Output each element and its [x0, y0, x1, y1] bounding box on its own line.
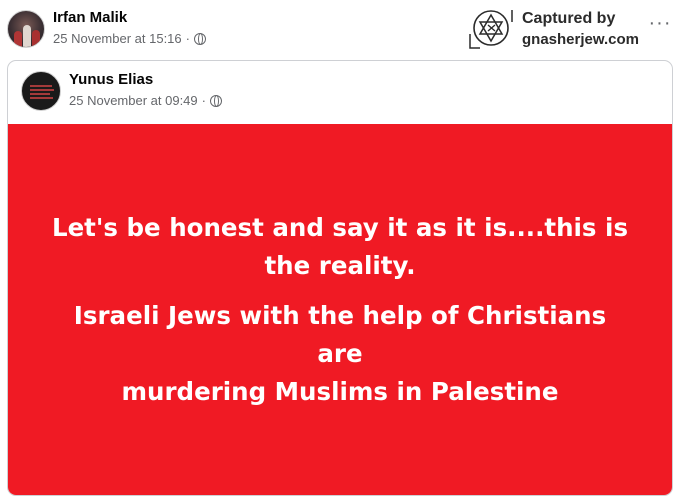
star-of-david-logo-icon	[469, 10, 513, 49]
watermark-line1: Captured by	[522, 10, 616, 27]
shared-post-meta: 25 November at 09:49 ·	[69, 93, 222, 108]
meta-separator: ·	[201, 93, 206, 108]
globe-icon	[209, 94, 222, 107]
post-text-line: Let's be honest and say it as it is....t…	[51, 213, 629, 242]
shared-post-header: Yunus Elias 25 November at 09:49 ·	[8, 61, 672, 123]
shared-post-timestamp[interactable]: 25 November at 09:49	[69, 93, 198, 108]
outer-post-meta: 25 November at 15:16 ·	[53, 31, 206, 46]
post-text-line: the reality.	[264, 251, 416, 280]
post-text-background: Let's be honest and say it as it is....t…	[8, 124, 672, 495]
shared-author-avatar[interactable]	[21, 71, 61, 111]
globe-icon	[193, 32, 206, 45]
watermark-line2: gnasherjew.com	[522, 31, 639, 48]
shared-post-card[interactable]: Yunus Elias 25 November at 09:49 · Let's…	[7, 60, 673, 496]
outer-author-avatar[interactable]	[7, 10, 45, 48]
watermark: Captured by gnasherjew.com	[466, 6, 648, 52]
outer-post-header: Irfan Malik 25 November at 15:16 · Captu…	[0, 0, 680, 56]
post-text-line: Israeli Jews with the help of Christians…	[73, 301, 607, 368]
post-text-line: murdering Muslims in Palestine	[121, 377, 559, 406]
more-options-icon[interactable]: ···	[648, 13, 672, 36]
shared-author-name[interactable]: Yunus Elias	[69, 71, 153, 88]
meta-separator: ·	[185, 31, 190, 46]
outer-author-name[interactable]: Irfan Malik	[53, 9, 127, 26]
outer-post-timestamp[interactable]: 25 November at 15:16	[53, 31, 182, 46]
